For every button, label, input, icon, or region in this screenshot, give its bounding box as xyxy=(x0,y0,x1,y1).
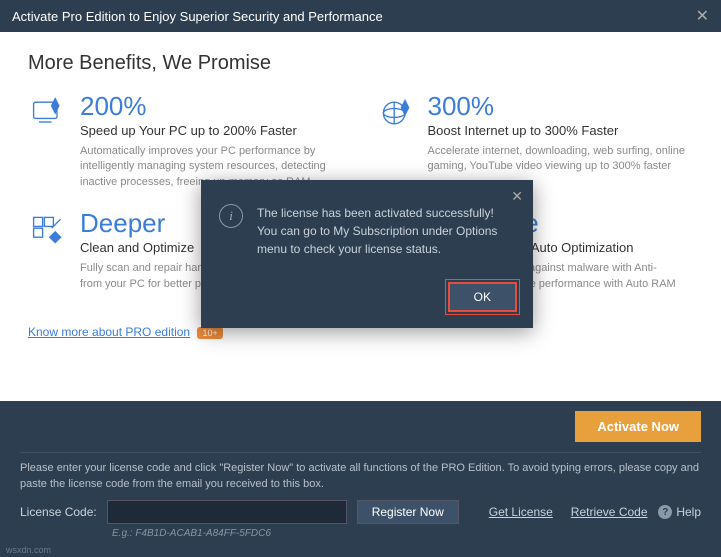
rocket-monitor-icon xyxy=(28,93,68,133)
help-icon: ? xyxy=(658,505,672,519)
activation-success-dialog: ✕ i The license has been activated succe… xyxy=(201,180,533,328)
help-link[interactable]: ? Help xyxy=(658,505,701,519)
watermark: wsxdn.com xyxy=(6,545,51,555)
benefit-internet: 300% Boost Internet up to 300% Faster Ac… xyxy=(376,93,694,190)
benefit-title: 300% xyxy=(428,93,694,119)
globe-rocket-icon xyxy=(376,93,416,133)
know-more-badge: 10+ xyxy=(197,327,222,339)
activate-now-button[interactable]: Activate Now xyxy=(575,411,701,442)
footer: Activate Now Please enter your license c… xyxy=(0,401,721,557)
info-icon: i xyxy=(219,204,243,228)
register-now-button[interactable]: Register Now xyxy=(357,500,459,524)
license-code-label: License Code: xyxy=(20,505,97,519)
retrieve-code-link[interactable]: Retrieve Code xyxy=(571,505,648,519)
close-icon[interactable]: ✕ xyxy=(696,6,709,26)
ok-button[interactable]: OK xyxy=(448,282,517,312)
window-title: Activate Pro Edition to Enjoy Superior S… xyxy=(12,9,383,24)
license-code-input[interactable] xyxy=(107,500,347,524)
titlebar: Activate Pro Edition to Enjoy Superior S… xyxy=(0,0,721,32)
page-heading: More Benefits, We Promise xyxy=(28,52,693,75)
benefit-speed: 200% Speed up Your PC up to 200% Faster … xyxy=(28,93,346,190)
benefit-title: 200% xyxy=(80,93,346,119)
benefit-desc: Accelerate internet, downloading, web su… xyxy=(428,144,694,175)
benefit-subtitle: Boost Internet up to 300% Faster xyxy=(428,123,694,138)
dialog-message: The license has been activated successfu… xyxy=(257,204,515,258)
benefit-subtitle: Speed up Your PC up to 200% Faster xyxy=(80,123,346,138)
get-license-link[interactable]: Get License xyxy=(489,505,553,519)
broom-grid-icon xyxy=(28,210,68,250)
footer-instructions: Please enter your license code and click… xyxy=(20,461,701,492)
dialog-close-icon[interactable]: ✕ xyxy=(511,188,523,205)
know-more-link[interactable]: Know more about PRO edition xyxy=(28,325,190,339)
license-example: E.g.: F4B1D-ACAB1-A84FF-5FDC6 xyxy=(112,528,701,539)
